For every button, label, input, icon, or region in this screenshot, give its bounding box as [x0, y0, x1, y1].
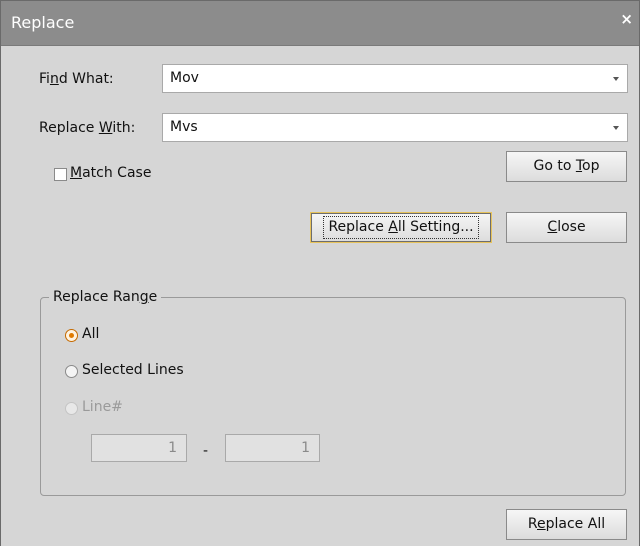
match-case-checkbox[interactable]	[54, 168, 67, 181]
radio-all-label[interactable]: All	[82, 326, 99, 342]
replace-range-group	[40, 297, 626, 496]
dialog-title: Replace	[11, 13, 75, 32]
replace-with-combobox[interactable]: Mvs	[162, 113, 628, 142]
dropdown-arrow-icon[interactable]	[613, 77, 619, 81]
close-icon[interactable]: ×	[620, 10, 633, 28]
radio-all[interactable]	[65, 329, 78, 342]
line-range-separator: -	[203, 443, 209, 459]
replace-all-button[interactable]: Replace All	[506, 509, 627, 540]
find-what-value: Mov	[170, 70, 199, 86]
replace-all-setting-button[interactable]: Replace All Setting...	[310, 212, 492, 243]
radio-line-number-label: Line#	[82, 399, 123, 415]
radio-line-number	[65, 402, 78, 415]
radio-selected-lines[interactable]	[65, 365, 78, 378]
dropdown-arrow-icon[interactable]	[613, 126, 619, 130]
title-bar: Replace ×	[1, 1, 639, 46]
match-case-label[interactable]: Match Case	[70, 165, 151, 181]
replace-with-label: Replace With:	[39, 120, 136, 136]
radio-selected-lines-label[interactable]: Selected Lines	[82, 362, 184, 378]
replace-range-legend: Replace Range	[49, 289, 162, 305]
replace-with-value: Mvs	[170, 119, 198, 135]
find-what-label: Find What:	[39, 71, 114, 87]
go-to-top-button[interactable]: Go to Top	[506, 151, 627, 182]
close-button[interactable]: Close	[506, 212, 627, 243]
line-to-input: 1	[225, 434, 320, 462]
replace-dialog: Replace × Find What: Mov Replace With: M…	[0, 0, 640, 546]
line-from-input: 1	[91, 434, 187, 462]
find-what-combobox[interactable]: Mov	[162, 64, 628, 93]
